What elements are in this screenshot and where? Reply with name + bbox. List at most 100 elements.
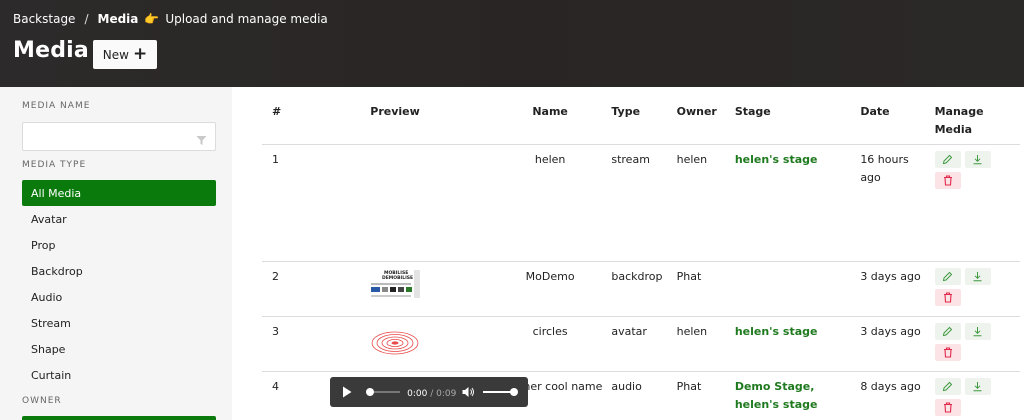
pencil-icon xyxy=(942,154,953,164)
row-manage xyxy=(929,316,1020,372)
media-type-list: All Media Avatar Prop Backdrop Audio Str… xyxy=(22,180,216,388)
row-owner: helen xyxy=(673,144,732,262)
row-preview: 0:00 / 0:09 xyxy=(298,371,529,420)
row-stage-link[interactable]: helen's stage xyxy=(735,153,818,166)
row-stage-link[interactable]: helen's stage xyxy=(735,325,818,338)
play-icon[interactable] xyxy=(342,386,352,404)
header-num: # xyxy=(262,97,299,145)
media-type-stream[interactable]: Stream xyxy=(22,310,216,336)
row-type: audio xyxy=(608,371,674,420)
breadcrumb-separator: / xyxy=(84,12,89,26)
edit-button[interactable] xyxy=(934,322,961,340)
row-num: 4 xyxy=(262,371,299,420)
media-type-backdrop[interactable]: Backdrop xyxy=(22,258,216,284)
row-preview[interactable] xyxy=(298,316,492,372)
header-stage: Stage xyxy=(731,97,858,145)
row-manage xyxy=(929,144,1020,262)
media-name-input[interactable] xyxy=(23,123,183,149)
download-button[interactable] xyxy=(964,267,991,285)
media-type-label: MEDIA TYPE xyxy=(22,160,87,170)
download-button[interactable] xyxy=(964,322,991,340)
filter-icon[interactable] xyxy=(196,131,207,150)
pencil-icon xyxy=(942,326,953,336)
download-icon xyxy=(973,271,982,281)
seek-track[interactable] xyxy=(374,390,401,393)
pencil-icon xyxy=(942,381,953,391)
media-type-prop[interactable]: Prop xyxy=(22,232,216,258)
delete-button[interactable] xyxy=(934,288,961,306)
edit-button[interactable] xyxy=(934,267,961,285)
seek-handle[interactable] xyxy=(366,387,375,396)
table-header-row: # Preview Name Type Owner Stage Date Man… xyxy=(262,97,1020,145)
table-row: 3 circles avatar helen helen's stage 3 d… xyxy=(262,316,1020,372)
filter-sidebar: MEDIA NAME MEDIA TYPE All Media Avatar P… xyxy=(0,87,232,420)
media-type-curtain[interactable]: Curtain xyxy=(22,362,216,388)
download-button[interactable] xyxy=(964,150,991,168)
media-type-all[interactable]: All Media xyxy=(22,180,216,206)
row-type: avatar xyxy=(608,316,674,372)
row-date: 16 hours ago xyxy=(857,144,930,262)
header-preview: Preview xyxy=(298,97,492,145)
row-stage-link[interactable]: Demo Stage, helen's stage xyxy=(735,380,818,411)
trash-icon xyxy=(943,291,952,303)
breadcrumb: Backstage / Media 👉 Upload and manage me… xyxy=(13,12,328,26)
row-name: helen xyxy=(491,144,609,262)
page-title: Media xyxy=(13,38,89,63)
circles-thumbnail xyxy=(370,327,420,361)
delete-button[interactable] xyxy=(934,398,961,416)
breadcrumb-description: Upload and manage media xyxy=(165,12,328,26)
pencil-icon xyxy=(942,271,953,281)
volume-handle[interactable] xyxy=(510,387,519,396)
row-date: 8 days ago xyxy=(857,371,930,420)
download-button[interactable] xyxy=(964,377,991,395)
owner-selected-option[interactable] xyxy=(22,416,216,420)
media-name-field xyxy=(22,122,216,151)
row-owner: Phat xyxy=(673,261,732,317)
media-type-shape[interactable]: Shape xyxy=(22,336,216,362)
backdrop-thumbnail: MOBILISE DEMOBILISE xyxy=(369,267,422,307)
download-icon xyxy=(973,381,982,391)
breadcrumb-current: Media xyxy=(97,12,139,26)
trash-icon xyxy=(943,401,952,413)
audio-time: 0:00 / 0:09 xyxy=(407,388,457,399)
audio-player: 0:00 / 0:09 xyxy=(330,376,529,407)
page-header: Backstage / Media 👉 Upload and manage me… xyxy=(0,0,1024,87)
edit-button[interactable] xyxy=(934,150,961,168)
breadcrumb-root-link[interactable]: Backstage xyxy=(13,12,75,26)
row-date: 3 days ago xyxy=(857,316,930,372)
new-media-button[interactable]: New + xyxy=(93,40,157,69)
trash-icon xyxy=(943,174,952,186)
media-type-avatar[interactable]: Avatar xyxy=(22,206,216,232)
header-name: Name xyxy=(491,97,609,145)
row-num: 1 xyxy=(262,144,299,262)
edit-button[interactable] xyxy=(934,377,961,395)
header-date: Date xyxy=(857,97,930,145)
row-type: stream xyxy=(608,144,674,262)
row-manage xyxy=(929,371,1020,420)
header-owner: Owner xyxy=(673,97,732,145)
svg-text:DEMOBILISE: DEMOBILISE xyxy=(382,275,413,281)
delete-button[interactable] xyxy=(934,343,961,361)
owner-label: OWNER xyxy=(22,396,62,406)
row-num: 2 xyxy=(262,261,299,317)
delete-button[interactable] xyxy=(934,171,961,189)
table-row: 2 MOBILISE DEMOBILISE MoDemo backdrop Ph… xyxy=(262,261,1020,317)
media-name-label: MEDIA NAME xyxy=(22,101,91,111)
row-name: circles xyxy=(491,316,609,372)
header-type: Type xyxy=(608,97,674,145)
table-row: 1 helen stream helen helen's stage 16 ho… xyxy=(262,144,1020,262)
row-preview xyxy=(298,144,492,262)
row-owner: Phat xyxy=(673,371,732,420)
row-name: MoDemo xyxy=(491,261,609,317)
trash-icon xyxy=(943,346,952,358)
row-type: backdrop xyxy=(608,261,674,317)
media-table: # Preview Name Type Owner Stage Date Man… xyxy=(262,97,1020,420)
row-date: 3 days ago xyxy=(857,261,930,317)
row-num: 3 xyxy=(262,316,299,372)
media-type-audio[interactable]: Audio xyxy=(22,284,216,310)
row-preview[interactable]: MOBILISE DEMOBILISE xyxy=(298,261,492,317)
volume-icon[interactable] xyxy=(462,386,475,404)
download-icon xyxy=(973,326,982,336)
download-icon xyxy=(973,154,982,164)
row-manage xyxy=(929,261,1020,317)
